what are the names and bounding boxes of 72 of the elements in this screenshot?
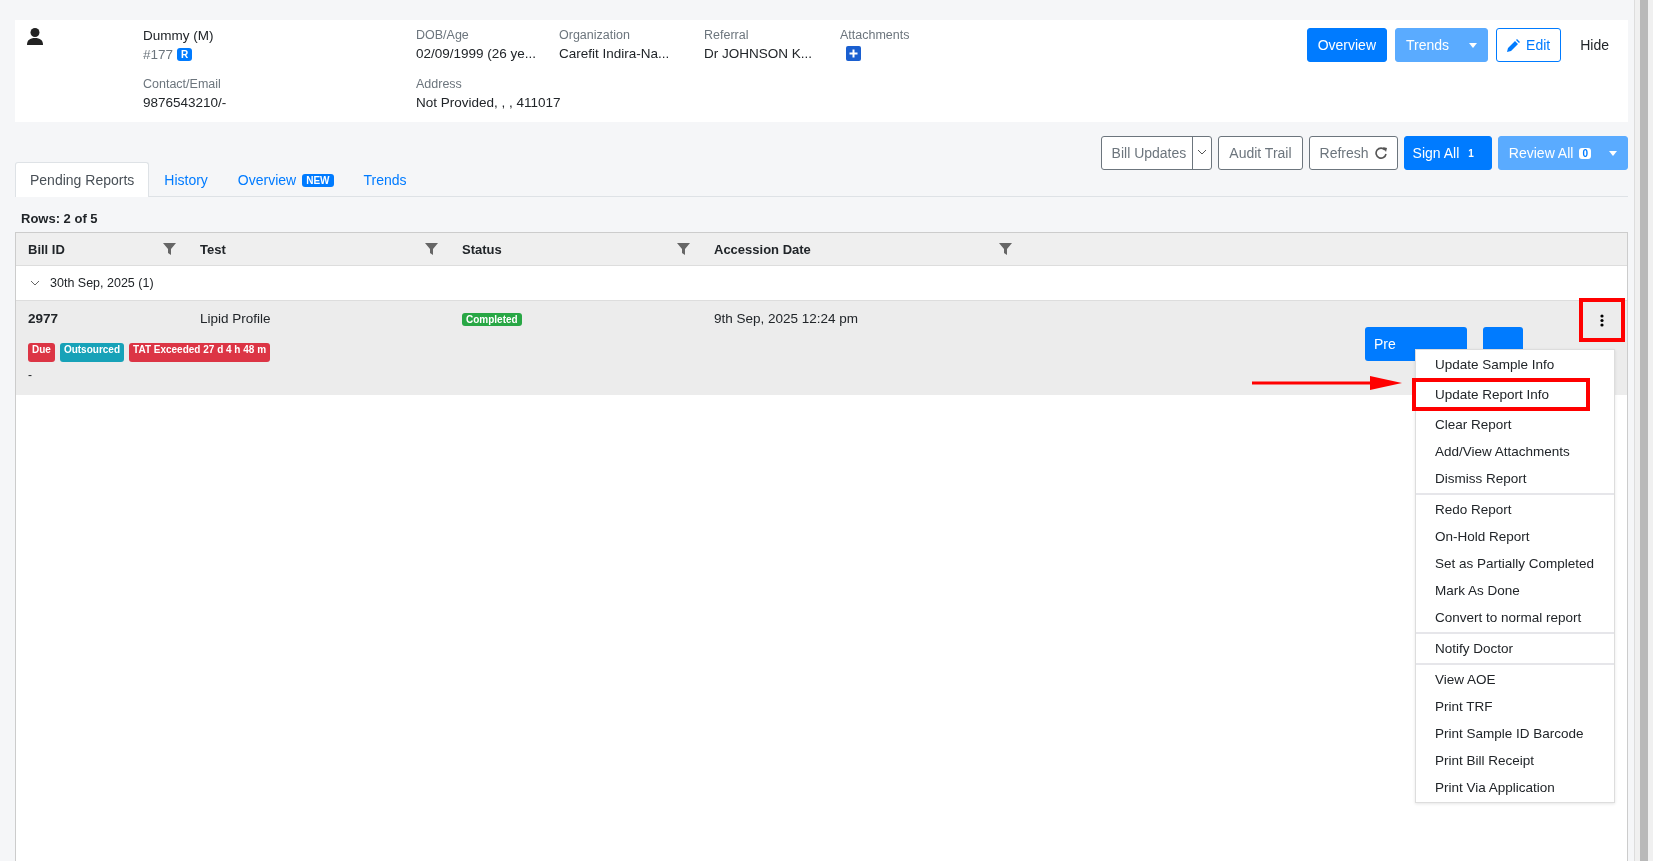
tab[interactable]: Overview NEW: [222, 162, 349, 197]
menu-item[interactable]: Add/View Attachments: [1416, 438, 1614, 465]
add-attachment-icon[interactable]: [846, 46, 861, 61]
note-text: -: [28, 368, 32, 383]
filter-icon[interactable]: [999, 243, 1012, 255]
field-label: Address: [416, 76, 463, 91]
menu-item[interactable]: Print TRF: [1416, 693, 1614, 720]
column-header: Test: [200, 241, 226, 257]
menu-item[interactable]: Update Report Info: [1412, 378, 1590, 411]
count-label: 1: [1467, 147, 1475, 159]
new-badge: NEW: [302, 173, 334, 187]
person-icon: [27, 28, 43, 45]
menu-item[interactable]: Redo Report: [1416, 496, 1614, 523]
rows-count: Rows: 2 of 5: [20, 210, 99, 228]
field-label: Referral: [704, 28, 750, 42]
pencil-icon: [1507, 38, 1521, 52]
id-badge: R: [177, 48, 193, 61]
menu-item[interactable]: Print Bill Receipt: [1416, 747, 1614, 774]
edit-button[interactable]: Edit: [1496, 28, 1562, 62]
test-name: Lipid Profile: [200, 311, 271, 326]
menu-item[interactable]: Dismiss Report: [1416, 465, 1614, 492]
scrollbar[interactable]: [1640, 0, 1648, 861]
menu-item[interactable]: Mark As Done: [1416, 577, 1614, 604]
accession-date: 9th Sep, 2025 12:24 pm: [714, 311, 859, 326]
refresh-icon: [1374, 147, 1387, 159]
field-label: Organization: [559, 28, 631, 42]
tag: Outsourced: [59, 342, 125, 363]
caret-icon: [1469, 42, 1478, 48]
bill-id: 2977: [28, 311, 59, 326]
menu-item[interactable]: Set as Partially Completed: [1416, 550, 1614, 577]
hide-button[interactable]: Hide: [1569, 28, 1620, 62]
menu-item[interactable]: On-Hold Report: [1416, 523, 1614, 550]
field-value: 02/09/1999 (26 ye...: [416, 46, 538, 61]
patient-name: Dummy (M): [143, 28, 215, 43]
column-header: Status: [462, 241, 502, 257]
menu-item[interactable]: Print Sample ID Barcode: [1416, 720, 1614, 747]
menu-item[interactable]: Convert to normal report: [1416, 604, 1614, 631]
tab[interactable]: Pending Reports: [15, 162, 150, 197]
status-badge: Completed: [462, 313, 522, 326]
field-value: Carefit Indira-Na...: [559, 46, 671, 61]
patient-id: #177: [143, 47, 174, 62]
group-label: 30th Sep, 2025 (1): [50, 276, 154, 290]
tab[interactable]: Trends: [348, 162, 422, 197]
refresh-button[interactable]: Refresh: [1308, 136, 1398, 170]
kebab-icon: [1600, 313, 1604, 327]
field-value: Not Provided, , , 411017: [416, 94, 562, 110]
tab[interactable]: History: [149, 162, 223, 197]
overview-button[interactable]: Overview: [1306, 28, 1387, 62]
sign-all-button[interactable]: Sign All 1: [1403, 136, 1492, 170]
caret-icon: [1609, 150, 1617, 156]
more-button[interactable]: [1579, 298, 1625, 342]
field-label: DOB/Age: [416, 28, 470, 42]
filter-icon[interactable]: [677, 243, 690, 255]
menu-item[interactable]: Notify Doctor: [1416, 635, 1614, 662]
column-header: Accession Date: [714, 241, 811, 257]
tag: Due: [28, 342, 55, 363]
audit-trail-button[interactable]: Audit Trail: [1218, 136, 1303, 170]
field-value: 9876543210/-: [143, 94, 228, 110]
review-all-button[interactable]: Review All 0: [1497, 136, 1628, 170]
chevron-icon[interactable]: [30, 280, 40, 286]
column-header: Bill ID: [28, 241, 65, 257]
filter-icon[interactable]: [163, 243, 176, 255]
menu-item[interactable]: Clear Report: [1416, 411, 1614, 438]
bill-updates-button[interactable]: Bill Updates: [1100, 136, 1213, 170]
field-label: Contact/Email: [143, 76, 222, 91]
menu-item[interactable]: Print Via Application: [1416, 774, 1614, 801]
tag: TAT Exceeded 27 d 4 h 48 m: [129, 342, 271, 363]
menu-item[interactable]: View AOE: [1416, 666, 1614, 693]
field-label: Attachments: [840, 28, 911, 42]
count-badge: 0: [1579, 147, 1591, 159]
filter-icon[interactable]: [425, 243, 438, 255]
field-value: Dr JOHNSON K...: [704, 46, 813, 61]
